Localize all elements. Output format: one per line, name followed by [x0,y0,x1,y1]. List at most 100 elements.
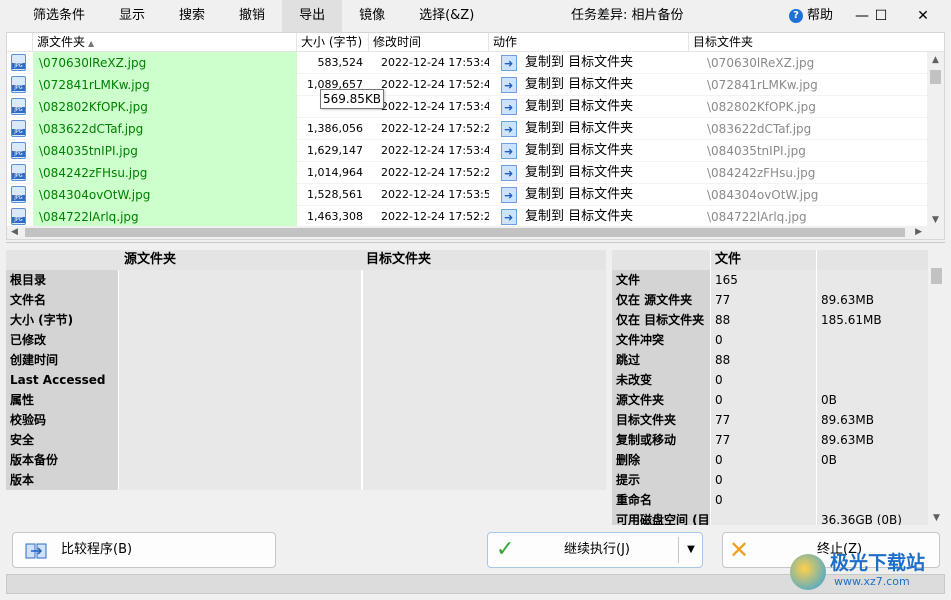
continue-button[interactable]: ✓ 继续执行(J) ▼ [487,532,703,568]
action-cell[interactable]: 复制到 目标文件夹 [489,140,689,162]
table-row[interactable]: \084304ovOtW.jpg 1,528,561 2022-12-24 17:5… [7,184,927,206]
file-grid: 源文件夹▲ 大小 (字节) 修改时间 动作 目标文件夹 \070630lReXZ… [6,32,945,240]
details-row: 根目录 [6,270,606,290]
action-cell[interactable]: 复制到 目标文件夹 [489,52,689,74]
stats-scroll-down-icon[interactable]: ▼ [928,513,945,523]
header-source-folder[interactable]: 源文件夹 ▲ [33,33,297,52]
action-cell[interactable]: 复制到 目标文件夹 [489,162,689,184]
details-target-value [362,310,606,330]
stats-row: 提示 0 [612,470,945,490]
help-button[interactable]: ? 帮助 [789,0,833,32]
compare-button[interactable]: 比较程序(B) [12,532,276,568]
grid-header: 源文件夹 ▲ 大小 (字节) 修改时间 动作 目标文件夹 [7,33,944,52]
table-row[interactable]: \084242zFHsu.jpg 1,014,964 2022-12-24 17:5… [7,162,927,184]
menu-display[interactable]: 显示 [102,0,162,32]
source-file-name: \083622dCTaf.jpg [33,118,297,140]
table-row[interactable]: \083622dCTaf.jpg 1,386,056 2022-12-24 17:5… [7,118,927,140]
menu-filter[interactable]: 筛选条件 [16,0,102,32]
menu-select[interactable]: 选择(&Z) [402,0,491,32]
table-row[interactable]: \082802KfOPK.jpg 2022-12-24 17:53:42 复制到 目… [7,96,927,118]
scroll-up-icon[interactable]: ▲ [927,52,944,68]
stats-row-size: 0B [816,450,928,470]
details-header-target: 目标文件夹 [366,252,432,267]
details-target-value [362,450,606,470]
stats-row-count: 0 [710,370,816,390]
action-label: 复制到 目标文件夹 [525,209,634,224]
stats-row-label: 提示 [612,470,710,490]
jpg-file-icon [11,74,31,96]
stats-row-count: 0 [710,330,816,350]
table-row[interactable]: \084722lArlq.jpg 1,463,308 2022-12-24 17:5… [7,206,927,228]
menu-mirror[interactable]: 镜像 [342,0,402,32]
stats-row: 源文件夹 0 0B [612,390,945,410]
scroll-right-icon[interactable]: ▶ [915,226,922,239]
stats-row-size: 89.63MB [816,290,928,310]
table-row[interactable]: \072841rLMKw.jpg1,089,6572022-12-24 17:5… [7,74,927,96]
header-mtime[interactable]: 修改时间 [369,33,489,52]
stats-header-size [816,250,928,270]
details-row-label: 属性 [6,390,118,410]
horizontal-splitter[interactable] [6,242,945,247]
menu-search[interactable]: 搜索 [162,0,222,32]
details-source-value [118,410,361,430]
details-header: 源文件夹 目标文件夹 [6,250,606,270]
stats-row: 文件冲突 0 [612,330,945,350]
source-file-name: \082802KfOPK.jpg [33,96,297,118]
details-row-label: 文件名 [6,290,118,310]
stats-vertical-scrollbar[interactable]: ▼ [928,250,945,525]
source-file-name: \072841rLMKw.jpg [33,74,297,96]
details-row-label: 安全 [6,430,118,450]
target-file-name: \072841rLMKw.jpg [707,78,818,92]
grid-rows: \070630lReXZ.jpg 583,524 2022-12-24 17:53:… [7,52,927,228]
stats-row-size: 0B [816,390,928,410]
table-row[interactable]: \070630lReXZ.jpg 583,524 2022-12-24 17:53:… [7,52,927,74]
details-row: 属性 [6,390,606,410]
copy-right-icon [501,75,517,96]
menu-export[interactable]: 导出 [282,0,343,32]
details-row-label: 根目录 [6,270,118,290]
copy-right-icon [501,141,517,162]
modified-time: 2022-12-24 17:52:22 [381,166,489,179]
scroll-left-icon[interactable]: ◀ [11,226,18,239]
details-target-value [362,330,606,350]
header-action[interactable]: 动作 [489,33,689,52]
watermark-logo [790,554,826,590]
vertical-splitter[interactable] [607,250,611,525]
action-cell[interactable]: 复制到 目标文件夹 [489,96,689,118]
details-row-label: 已修改 [6,330,118,350]
details-row: 校验码 [6,410,606,430]
maximize-button[interactable]: ☐ [863,0,899,32]
stats-header-blank [612,250,710,270]
details-row: 大小 (字节) [6,310,606,330]
chevron-down-icon[interactable]: ▼ [682,533,700,567]
action-cell[interactable]: 复制到 目标文件夹 [489,206,689,228]
header-target-folder[interactable]: 目标文件夹 [689,33,927,52]
action-cell[interactable]: 复制到 目标文件夹 [489,74,689,96]
stats-row-count: 77 [710,290,816,310]
details-row-label: 校验码 [6,410,118,430]
watermark-url: www.xz7.com [834,575,910,588]
details-rows: 根目录 文件名 大小 (字节) 已修改 创建时间 Last Accessed 属性 校验码 安全… [6,270,606,490]
file-size: 1,014,964 [307,166,363,179]
file-size: 583,524 [317,56,364,69]
target-file-name: \070630lReXZ.jpg [707,56,815,70]
hscroll-thumb[interactable] [25,228,905,237]
table-row[interactable]: \084035tnIPI.jpg 1,629,147 2022-12-24 17:5… [7,140,927,162]
action-cell[interactable]: 复制到 目标文件夹 [489,118,689,140]
stats-row-count: 88 [710,310,816,330]
action-label: 复制到 目标文件夹 [525,143,634,158]
stats-scroll-thumb[interactable] [931,268,942,284]
stats-row-size [816,350,928,370]
source-file-name: \084035tnIPI.jpg [33,140,297,162]
scroll-thumb[interactable] [930,70,941,84]
stats-row-size: 89.63MB [816,410,928,430]
header-size[interactable]: 大小 (字节) [297,33,369,52]
stats-row-count: 0 [710,490,816,510]
grid-horizontal-scrollbar[interactable]: ◀ ▶ [7,226,944,239]
action-cell[interactable]: 复制到 目标文件夹 [489,184,689,206]
close-button[interactable]: ✕ [905,0,941,32]
grid-vertical-scrollbar[interactable]: ▲ ▼ [927,52,944,228]
stats-row: 跳过 88 [612,350,945,370]
menu-undo[interactable]: 撤销 [222,0,282,32]
stats-row: 删除 0 0B [612,450,945,470]
